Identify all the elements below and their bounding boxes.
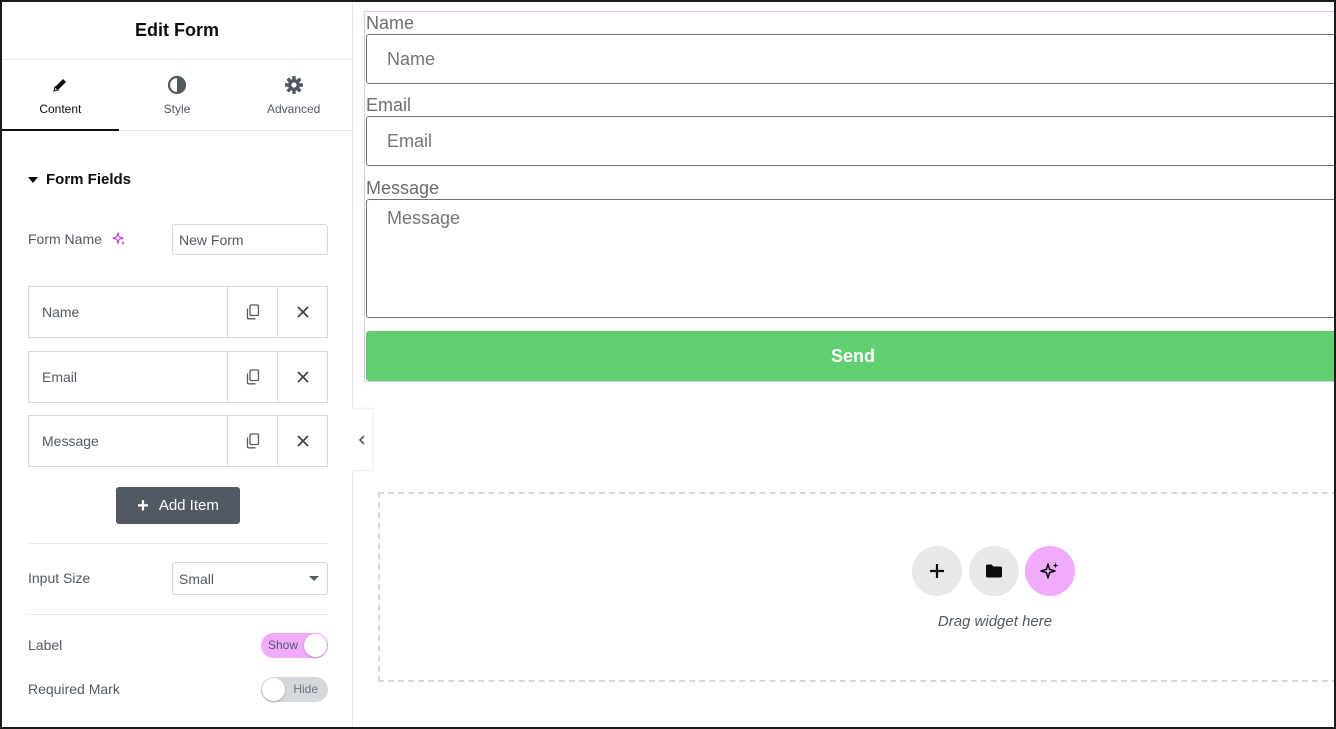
repeater-item-title[interactable]: Name — [29, 287, 227, 337]
ai-generate-button[interactable] — [1025, 546, 1075, 596]
label-switch[interactable]: Show — [261, 633, 328, 658]
form-name-label-row: Form Name — [28, 231, 126, 249]
input-size-select[interactable]: Small — [172, 562, 328, 595]
section-form-fields-toggle[interactable]: Form Fields — [28, 171, 131, 188]
close-icon — [296, 435, 309, 447]
switch-knob — [262, 678, 285, 701]
gear-icon — [284, 75, 304, 95]
close-icon — [296, 371, 309, 383]
label-toggle-label: Label — [28, 637, 63, 653]
contrast-icon — [167, 75, 187, 95]
drop-zone[interactable]: Drag widget here — [378, 492, 1334, 682]
pencil-icon — [50, 75, 70, 95]
repeater-item-title[interactable]: Email — [29, 352, 227, 402]
field-label-message: Message — [366, 178, 440, 198]
remove-button[interactable] — [277, 416, 327, 466]
tab-advanced-label: Advanced — [266, 101, 321, 116]
collapse-panel-button[interactable] — [352, 408, 373, 471]
panel-tabs: Content Style Advanced — [2, 60, 352, 131]
form-name-label: Form Name — [28, 231, 102, 247]
close-icon — [296, 306, 309, 318]
required-mark-switch[interactable]: Hide — [261, 677, 328, 702]
switch-knob — [304, 634, 327, 657]
section-title: Form Fields — [46, 171, 132, 188]
chevron-down-icon — [309, 576, 319, 581]
field-label-name: Name — [366, 13, 415, 33]
plus-icon — [930, 564, 944, 578]
label-switch-state: Show — [268, 638, 299, 652]
folder-icon — [986, 564, 1002, 578]
sparkle-icon — [1040, 562, 1059, 579]
copy-icon — [246, 369, 259, 385]
tab-advanced[interactable]: Advanced — [235, 60, 352, 130]
input-size-value: Small — [179, 570, 215, 587]
send-button[interactable]: Send — [366, 331, 1334, 381]
caret-down-icon — [28, 176, 38, 183]
add-item-button[interactable]: + Add Item — [116, 487, 240, 524]
remove-button[interactable] — [277, 287, 327, 337]
tab-style[interactable]: Style — [119, 60, 236, 130]
editor-window: Edit Form Content Style Advanced Form Fi… — [0, 0, 1336, 729]
input-size-label: Input Size — [28, 570, 91, 586]
form-name-input[interactable]: New Form — [172, 224, 328, 255]
divider — [28, 614, 328, 615]
divider — [28, 543, 328, 544]
ai-sparkle-icon[interactable] — [112, 232, 126, 249]
duplicate-button[interactable] — [227, 352, 277, 402]
add-item-label: Add Item — [158, 497, 219, 514]
repeater-item-email: Email — [28, 351, 328, 403]
required-mark-switch-state: Hide — [293, 682, 318, 696]
repeater-item-message: Message — [28, 415, 328, 467]
editor-panel: Edit Form Content Style Advanced Form Fi… — [2, 2, 353, 727]
panel-header: Edit Form — [2, 2, 352, 60]
panel-title: Edit Form — [135, 20, 219, 40]
duplicate-button[interactable] — [227, 287, 277, 337]
required-mark-label: Required Mark — [28, 681, 120, 697]
add-section-button[interactable] — [912, 546, 962, 596]
duplicate-button[interactable] — [227, 416, 277, 466]
drop-zone-hint: Drag widget here — [937, 613, 1053, 630]
field-label-email: Email — [366, 95, 412, 115]
tab-style-label: Style — [163, 101, 191, 116]
message-field[interactable] — [366, 199, 1334, 318]
tab-content[interactable]: Content — [2, 60, 119, 131]
add-template-button[interactable] — [969, 546, 1019, 596]
repeater-item-title[interactable]: Message — [29, 416, 227, 466]
chevron-left-icon — [358, 434, 365, 445]
name-field[interactable] — [366, 34, 1334, 84]
remove-button[interactable] — [277, 352, 327, 402]
email-field[interactable] — [366, 116, 1334, 166]
copy-icon — [246, 304, 259, 320]
copy-icon — [246, 433, 259, 449]
plus-icon: + — [137, 494, 149, 517]
form-widget-preview[interactable]: Name Email Message Send — [364, 11, 1334, 382]
tab-content-label: Content — [39, 101, 82, 116]
send-button-label: Send — [830, 345, 875, 366]
repeater-item-name: Name — [28, 286, 328, 338]
